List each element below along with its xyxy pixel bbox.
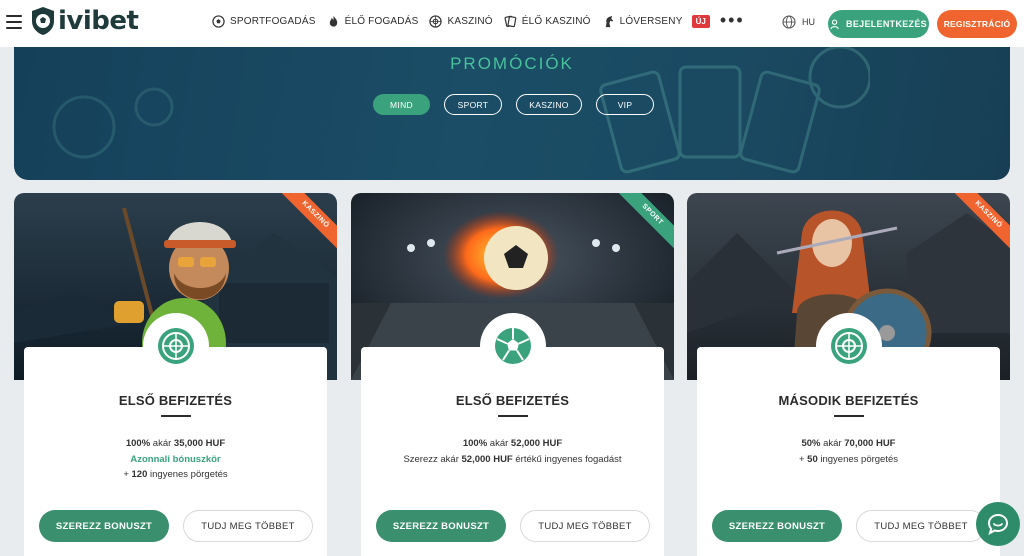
get-bonus-button[interactable]: SZEREZZ BONUSZT	[376, 510, 506, 542]
register-button[interactable]: REGISZTRÁCIÓ	[937, 10, 1017, 38]
promo-card-casino-second-deposit: KASZINÓ MÁSODIK BEFIZETÉS 50% akár 70,00…	[687, 193, 1010, 556]
promo-card-sport-first-deposit: SPORT ELSŐ BEFIZETÉS 100% akár 52,000 HU…	[351, 193, 674, 556]
promo-filter-tabs: MIND SPORT KASZINO VIP	[373, 94, 668, 115]
instant-bonus-round: Azonnali bónuszkör	[130, 453, 221, 465]
logo-shield-icon	[32, 7, 54, 35]
filter-sport[interactable]: SPORT	[444, 94, 502, 115]
bonus-connector: akár	[487, 438, 511, 449]
filter-mind[interactable]: MIND	[373, 94, 430, 115]
freebet-prefix: Szerezz akár	[403, 453, 462, 465]
more-menu-icon[interactable]: •••	[720, 11, 745, 29]
nav-kaszino[interactable]: KASZINÓ	[429, 15, 493, 28]
title-divider	[497, 415, 528, 417]
page-title: PROMÓCIÓK	[450, 54, 574, 73]
horse-icon	[605, 15, 613, 28]
soccer-ball-icon	[494, 328, 531, 364]
promo-icon-badge	[142, 313, 209, 379]
bonus-connector: akár	[820, 438, 845, 449]
promo-panel: ELSŐ BEFIZETÉS 100% akár 52,000 HUF Szer…	[361, 313, 664, 556]
title-divider	[833, 415, 864, 417]
login-label: BEJELENTKEZÉS	[846, 19, 927, 29]
spins-count: 120	[131, 469, 148, 480]
nav-label: SPORTFOGADÁS	[230, 16, 316, 27]
promo-details: 100% akár 35,000 HUF Azonnali bónuszkör …	[24, 436, 327, 483]
bonus-amount: 35,000 HUF	[173, 438, 226, 449]
main-nav: SPORTFOGADÁS ÉLŐ FOGADÁS KASZINÓ ÉLŐ KAS…	[212, 11, 745, 29]
nav-sportfogadas[interactable]: SPORTFOGADÁS	[212, 15, 316, 28]
chips-decoration	[52, 87, 174, 159]
freebet-amount: 52,000 HUF	[461, 453, 513, 465]
nav-label: KASZINÓ	[447, 16, 493, 27]
bonus-percent: 100%	[125, 438, 151, 449]
live-chat-button[interactable]	[976, 502, 1020, 546]
language-label: HU	[802, 17, 815, 27]
promo-title: ELSŐ BEFIZETÉS	[455, 393, 570, 408]
filter-vip[interactable]: VIP	[596, 94, 654, 115]
register-label: REGISZTRÁCIÓ	[943, 19, 1011, 29]
spins-text: ingyenes pörgetés	[817, 453, 899, 465]
promo-panel: ELSŐ BEFIZETÉS 100% akár 35,000 HUF Azon…	[24, 313, 327, 556]
filter-kaszino[interactable]: KASZINO	[516, 94, 582, 115]
user-add-icon	[830, 19, 839, 29]
spins-text: ingyenes pörgetés	[147, 469, 228, 480]
learn-more-button[interactable]: TUDJ MEG TÖBBET	[520, 510, 650, 542]
roulette-icon	[157, 328, 194, 364]
language-selector[interactable]: HU	[782, 15, 815, 29]
login-button[interactable]: BEJELENTKEZÉS	[828, 10, 929, 38]
nav-label: ÉLŐ FOGADÁS	[344, 16, 419, 27]
nav-elo-fogadas[interactable]: ÉLŐ FOGADÁS	[327, 15, 419, 28]
nav-label: ÉLŐ KASZINÓ	[521, 16, 591, 27]
title-divider	[160, 415, 191, 417]
promo-card-casino-first-deposit: KASZINÓ ELSŐ BEFIZETÉS 100% akár 35,000 …	[14, 193, 337, 556]
nav-label: LÓVERSENY	[619, 16, 683, 27]
bonus-percent: 100%	[462, 438, 488, 449]
get-bonus-button[interactable]: SZEREZZ BONUSZT	[712, 510, 842, 542]
spins-count: 50	[807, 453, 818, 465]
get-bonus-button[interactable]: SZEREZZ BONUSZT	[39, 510, 169, 542]
promo-panel: MÁSODIK BEFIZETÉS 50% akár 70,000 HUF + …	[697, 313, 1000, 556]
menu-icon[interactable]	[6, 14, 22, 30]
promo-details: 100% akár 52,000 HUF Szerezz akár 52,000…	[361, 436, 664, 467]
chat-bubble-icon	[987, 513, 1009, 535]
globe-icon	[782, 15, 796, 29]
bonus-connector: akár	[150, 438, 174, 449]
promo-icon-badge	[815, 313, 882, 379]
nav-elo-kaszino[interactable]: ÉLŐ KASZINÓ	[504, 15, 591, 28]
nav-loverseny[interactable]: LÓVERSENY	[602, 15, 683, 28]
spins-prefix: +	[798, 453, 808, 465]
live-cards-icon	[504, 15, 517, 28]
bonus-amount: 70,000 HUF	[844, 438, 896, 449]
promo-icon-badge	[479, 313, 546, 379]
promo-title: ELSŐ BEFIZETÉS	[118, 393, 233, 408]
roulette-icon	[429, 15, 443, 28]
roulette-icon	[830, 328, 867, 364]
promo-title: MÁSODIK BEFIZETÉS	[778, 393, 919, 408]
freebet-text: értékű ingyenes fogadást	[512, 453, 622, 465]
logo[interactable]: ivibet	[30, 6, 139, 36]
bonus-percent: 50%	[801, 438, 821, 449]
learn-more-button[interactable]: TUDJ MEG TÖBBET	[183, 510, 313, 542]
logo-text: ivibet	[58, 6, 139, 36]
promo-details: 50% akár 70,000 HUF + 50 ingyenes pörget…	[697, 436, 1000, 467]
top-header: ivibet SPORTFOGADÁS ÉLŐ FOGADÁS KASZINÓ …	[0, 0, 1024, 47]
bonus-amount: 52,000 HUF	[510, 438, 563, 449]
learn-more-button[interactable]: TUDJ MEG TÖBBET	[856, 510, 986, 542]
soccer-ball-icon	[212, 15, 225, 28]
promotions-hero: PROMÓCIÓK MIND SPORT KASZINO VIP	[14, 47, 1010, 180]
live-flame-icon	[329, 15, 337, 27]
spins-prefix: +	[123, 469, 132, 480]
new-badge: ÚJ	[691, 15, 710, 28]
